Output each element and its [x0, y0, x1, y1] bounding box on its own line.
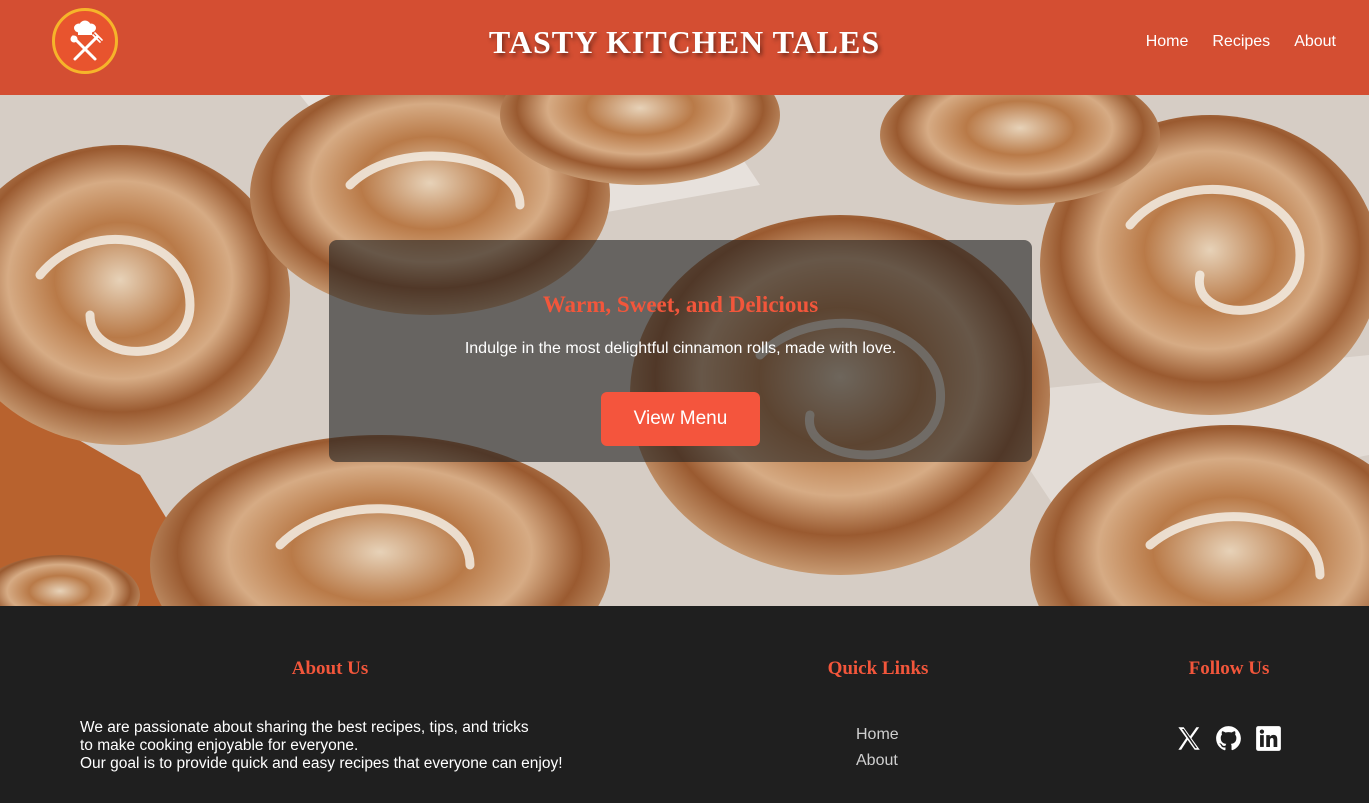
follow-us-heading: Follow Us [1188, 658, 1270, 679]
footer-home-link[interactable]: Home [856, 726, 899, 744]
view-menu-button[interactable]: View Menu [601, 392, 760, 446]
social-links [1175, 725, 1282, 752]
about-us-line: to make cooking enjoyable for everyone. [80, 737, 359, 754]
about-us-text: We are passionate about sharing the best… [80, 719, 640, 773]
linkedin-icon[interactable] [1255, 725, 1282, 752]
about-us-line: We are passionate about sharing the best… [80, 719, 529, 736]
quick-links-list: Home About [856, 726, 899, 778]
quick-links-heading: Quick Links [827, 658, 929, 679]
x-twitter-icon[interactable] [1175, 725, 1202, 752]
hero-title: Warm, Sweet, and Delicious [542, 292, 819, 317]
site-footer: About Us We are passionate about sharing… [0, 606, 1369, 803]
about-us-line: Our goal is to provide quick and easy re… [80, 755, 563, 772]
github-icon[interactable] [1215, 725, 1242, 752]
about-us-heading: About Us [291, 658, 369, 679]
hero-section: Warm, Sweet, and Delicious Indulge in th… [0, 95, 1369, 606]
nav-home-link[interactable]: Home [1146, 33, 1189, 51]
nav-recipes-link[interactable]: Recipes [1212, 33, 1270, 51]
footer-about-link[interactable]: About [856, 752, 899, 770]
site-header: TASTY KITCHEN TALES Home Recipes About [0, 0, 1369, 95]
nav-about-link[interactable]: About [1294, 33, 1336, 51]
hero-card: Warm, Sweet, and Delicious Indulge in th… [329, 240, 1032, 462]
hero-subtitle: Indulge in the most delightful cinnamon … [464, 340, 897, 357]
main-nav: Home Recipes About [1146, 33, 1336, 51]
